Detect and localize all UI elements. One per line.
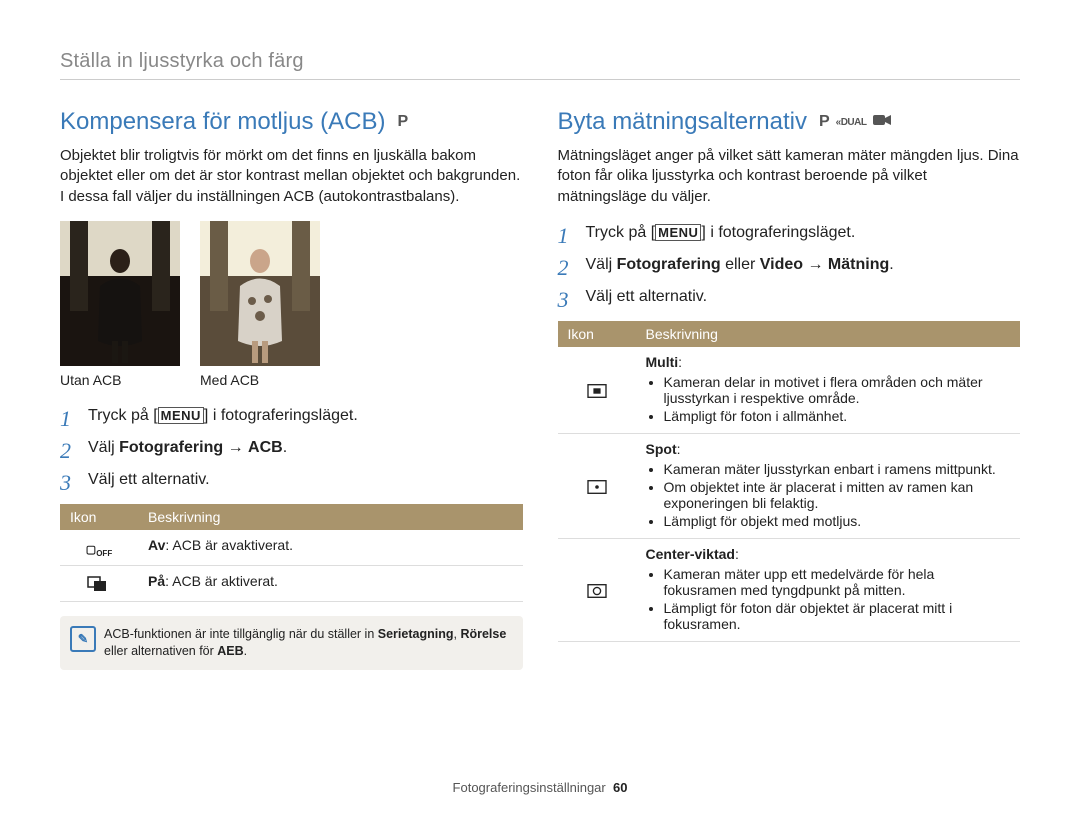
page-number: 60 — [613, 780, 627, 795]
acb-intro: Objektet blir troligtvis för mörkt om de… — [60, 146, 523, 207]
acb-note: ✎ ACB-funktionen är inte tillgänglig när… — [60, 616, 523, 670]
acb-off-icon: ▢OFF — [86, 544, 112, 556]
caption-with-acb: Med ACB — [200, 372, 320, 388]
menu-key-icon: MENU — [655, 224, 701, 241]
metering-table: Ikon Beskrivning Multi: Kameran delar in… — [558, 321, 1021, 642]
heading-acb: Kompensera för motljus (ACB) P — [60, 108, 523, 136]
table-row: Spot: Kameran mäter ljusstyrkan enbart i… — [558, 433, 1021, 538]
col-icon: Ikon — [60, 504, 138, 530]
caption-without-acb: Utan ACB — [60, 372, 180, 388]
acb-step-2: 2 Välj Fotografering → ACB. — [60, 436, 523, 460]
acb-step-1: 1 Tryck på [MENU] i fotograferingsläget. — [60, 404, 523, 428]
metering-multi-icon — [584, 379, 610, 399]
metering-step-2: 2 Välj Fotografering eller Video → Mätni… — [558, 253, 1021, 277]
heading-metering: Byta mätningsalternativ P «DUAL — [558, 108, 1021, 136]
table-row: Center-viktad: Kameran mäter upp ett med… — [558, 538, 1021, 641]
info-icon: ✎ — [70, 626, 96, 652]
acb-step-3: 3 Välj ett alternativ. — [60, 468, 523, 492]
col-desc: Beskrivning — [138, 504, 523, 530]
table-row: På: ACB är aktiverat. — [60, 565, 523, 601]
mode-p-icon: P — [819, 113, 830, 131]
mode-video-icon — [872, 113, 892, 132]
metering-center-icon — [584, 579, 610, 599]
image-with-acb — [200, 221, 320, 366]
acb-on-icon — [86, 573, 112, 593]
menu-key-icon: MENU — [158, 407, 204, 424]
acb-table: Ikon Beskrivning ▢OFF Av: ACB är avaktiv… — [60, 504, 523, 602]
col-desc: Beskrivning — [636, 321, 1021, 347]
table-row: Multi: Kameran delar in motivet i flera … — [558, 347, 1021, 434]
footer: Fotograferingsinställningar 60 — [0, 780, 1080, 795]
breadcrumb: Ställa in ljusstyrka och färg — [60, 50, 1020, 80]
mode-dual-icon: «DUAL — [836, 117, 867, 128]
metering-step-3: 3 Välj ett alternativ. — [558, 285, 1021, 309]
table-row: ▢OFF Av: ACB är avaktiverat. — [60, 530, 523, 566]
section-acb: Kompensera för motljus (ACB) P Objektet … — [60, 108, 523, 670]
mode-p-icon: P — [397, 113, 408, 131]
metering-step-1: 1 Tryck på [MENU] i fotograferingsläget. — [558, 221, 1021, 245]
section-metering: Byta mätningsalternativ P «DUAL Mätnings… — [558, 108, 1021, 670]
image-without-acb — [60, 221, 180, 366]
col-icon: Ikon — [558, 321, 636, 347]
metering-intro: Mätningsläget anger på vilket sätt kamer… — [558, 146, 1021, 207]
metering-spot-icon — [584, 475, 610, 495]
